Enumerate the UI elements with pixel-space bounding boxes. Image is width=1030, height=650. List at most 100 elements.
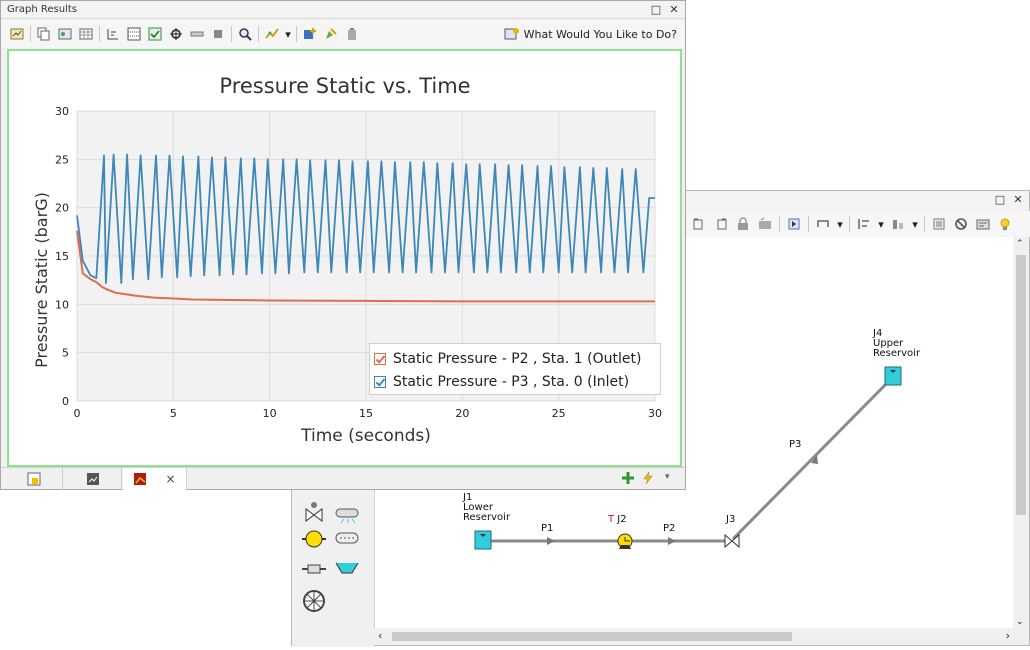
workspace-toolbar: ▾ ▾ ▾	[687, 211, 1030, 237]
axis-title-icon[interactable]	[105, 26, 121, 42]
add-graph-icon[interactable]	[621, 471, 635, 488]
tab-output[interactable]	[64, 468, 122, 490]
distribute-icon[interactable]	[890, 216, 906, 232]
component-palette	[292, 477, 374, 647]
no-entry-icon[interactable]	[953, 216, 969, 232]
x-tick-label: 30	[648, 407, 662, 420]
list-icon[interactable]	[931, 216, 947, 232]
chevron-down-icon[interactable]: ▾	[665, 472, 670, 482]
graph-results-window: Graph Results □ ✕ ▾ What Would You Like …	[0, 0, 686, 490]
valve-j3-icon	[724, 533, 740, 549]
toolbar-divider	[99, 26, 100, 42]
horizontal-scroll-thumb[interactable]	[392, 632, 792, 641]
align-right-icon[interactable]	[713, 216, 729, 232]
scroll-down-icon[interactable]: ⌄	[1016, 617, 1024, 627]
chart-legend: Static Pressure - P2 , Sta. 1 (Outlet) S…	[369, 343, 661, 395]
toolbar-divider	[924, 216, 925, 232]
pipe-routing-icon[interactable]	[815, 216, 831, 232]
x-tick-label: 5	[170, 407, 177, 420]
scroll-left-icon[interactable]: ‹	[378, 629, 382, 642]
pressure-chart: Pressure Static vs. Time 0 5 10 15 20 25 30 0 5 1…	[32, 74, 662, 446]
y-tick-label: 0	[62, 395, 69, 408]
x-tick-label: 0	[74, 407, 81, 420]
lightbulb-icon[interactable]	[997, 216, 1013, 232]
chevron-down-icon[interactable]: ▾	[837, 216, 843, 232]
stop-icon[interactable]	[210, 26, 226, 42]
pipe-label-p1: P1	[541, 523, 554, 534]
align-left-icon[interactable]	[691, 216, 707, 232]
node-label-j3: J3	[726, 514, 736, 525]
lightning-icon[interactable]	[641, 471, 655, 488]
close-icon[interactable]: ✕	[667, 3, 681, 17]
legend-checkbox-p2[interactable]	[374, 352, 386, 365]
y-tick-label: 25	[55, 153, 69, 166]
pipe-p3	[731, 377, 893, 541]
window-title: Graph Results	[7, 4, 77, 15]
y-axis-label: Pressure Static (barG)	[32, 192, 51, 368]
reservoir-j4-icon	[884, 366, 902, 386]
scroll-right-icon[interactable]: ›	[1006, 629, 1010, 642]
restore-icon[interactable]: □	[649, 3, 663, 17]
lock-icon[interactable]	[735, 216, 751, 232]
toolbar-divider	[296, 26, 297, 42]
tab-graph-results[interactable]: ×	[123, 468, 187, 490]
chevron-down-icon[interactable]: ▾	[285, 26, 291, 42]
help-link[interactable]: What Would You Like to Do?	[504, 27, 677, 41]
tab-close-icon[interactable]: ×	[165, 472, 175, 486]
align-vertical-icon[interactable]	[856, 216, 872, 232]
clear-series-icon[interactable]	[344, 26, 360, 42]
annotation-icon[interactable]	[757, 216, 773, 232]
crosshair-icon[interactable]	[168, 26, 184, 42]
select-flow-icon[interactable]	[786, 216, 802, 232]
valve-tool-icon	[305, 502, 323, 522]
image-export-icon[interactable]	[57, 26, 73, 42]
line-style-icon[interactable]	[264, 26, 280, 42]
display-icon[interactable]	[975, 216, 991, 232]
palette-icons[interactable]	[292, 477, 374, 647]
graph-settings-icon[interactable]	[9, 26, 25, 42]
table-icon[interactable]	[78, 26, 94, 42]
chart-title: Pressure Static vs. Time	[219, 74, 470, 98]
y-tick-label: 15	[55, 250, 69, 263]
y-tick-label: 20	[55, 202, 69, 215]
graph-toolbar: ▾ What Would You Like to Do?	[1, 20, 685, 48]
chevron-down-icon[interactable]: ▾	[912, 216, 918, 232]
scroll-up-icon[interactable]: ⌃	[1016, 239, 1024, 249]
legend-item-p2[interactable]: Static Pressure - P2 , Sta. 1 (Outlet)	[374, 347, 656, 370]
reservoir-tool-icon	[335, 562, 359, 574]
legend-checkbox-p3[interactable]	[374, 375, 386, 388]
x-tick-label: 15	[359, 407, 373, 420]
restore-icon[interactable]: □	[993, 193, 1007, 207]
graph-tab-bar: × ▾	[1, 467, 685, 490]
chevron-down-icon[interactable]: ▾	[878, 216, 884, 232]
fan-tool-icon	[303, 590, 325, 612]
zoom-icon[interactable]	[237, 26, 253, 42]
vertical-scrollbar[interactable]: ⌃ ⌄	[1013, 237, 1029, 629]
copy-icon[interactable]	[36, 26, 52, 42]
legend-item-p3[interactable]: Static Pressure - P3 , Sta. 0 (Inlet)	[374, 370, 656, 393]
flow-arrow-icon	[547, 537, 555, 545]
x-tick-label: 10	[263, 407, 277, 420]
toolbar-divider	[849, 216, 850, 232]
ruler-icon[interactable]	[189, 26, 205, 42]
x-tick-label: 25	[552, 407, 566, 420]
toolbar-divider	[258, 26, 259, 42]
tab-workspace[interactable]	[5, 468, 63, 490]
output-tab-icon	[86, 473, 99, 485]
edit-series-icon[interactable]	[323, 26, 339, 42]
legend-label-p2: Static Pressure - P2 , Sta. 1 (Outlet)	[393, 350, 642, 367]
legend-label-p3: Static Pressure - P3 , Sta. 0 (Inlet)	[393, 373, 630, 390]
reservoir-j1-icon	[474, 530, 492, 550]
vertical-scroll-thumb[interactable]	[1016, 255, 1026, 515]
horizontal-scrollbar[interactable]: ‹ ›	[374, 628, 1014, 645]
toolbar-divider	[779, 216, 780, 232]
close-icon[interactable]: ✕	[1011, 193, 1025, 207]
y-tick-label: 5	[62, 347, 69, 360]
grid-lines-icon[interactable]	[126, 26, 142, 42]
y-tick-label: 10	[55, 298, 69, 311]
add-series-icon[interactable]	[302, 26, 318, 42]
pipe-label-p2: P2	[663, 523, 676, 534]
graph-tab-icon	[134, 473, 147, 485]
check-valve-tool-icon	[302, 564, 326, 574]
legend-toggle-icon[interactable]	[147, 26, 163, 42]
